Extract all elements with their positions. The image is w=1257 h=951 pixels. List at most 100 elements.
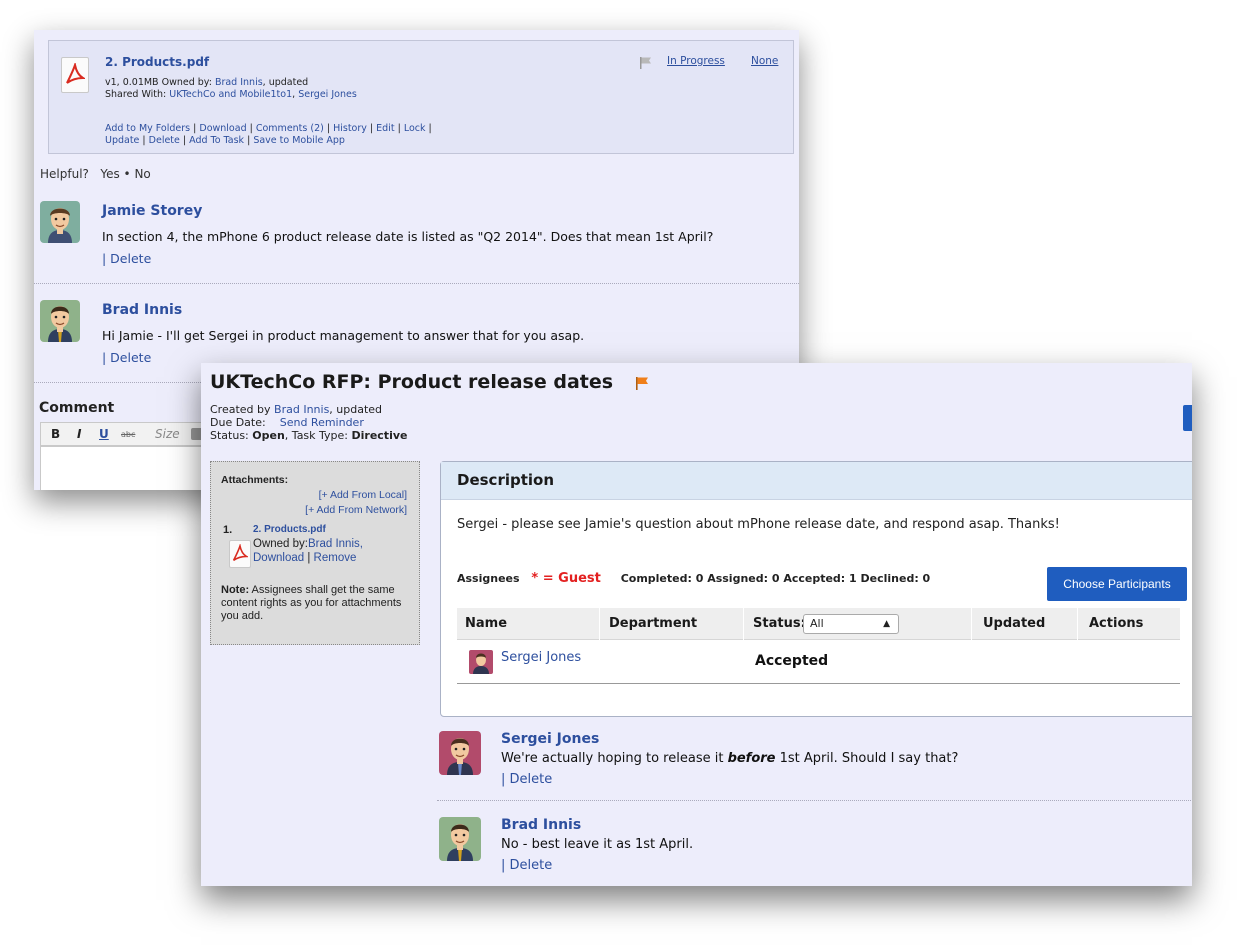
file-card: 2. Products.pdf v1, 0.01MB Owned by: Bra… <box>48 40 794 154</box>
file-owner-link[interactable]: Brad Innis <box>215 77 263 88</box>
select-arrows-icon: ▲ <box>883 619 890 629</box>
delete-comment-link[interactable]: | Delete <box>102 350 151 365</box>
delete-comment-link[interactable]: | Delete <box>102 251 151 266</box>
add-from-local-link[interactable]: [+ Add From Local] <box>319 489 407 501</box>
column-divider <box>971 608 972 640</box>
add-from-network-link[interactable]: [+ Add From Network] <box>305 504 407 516</box>
created-by-label: Created by <box>210 403 275 416</box>
table-header: Name Department Status: All ▲ Updated Ac… <box>457 608 1180 640</box>
choose-participants-button[interactable]: Choose Participants <box>1047 567 1187 601</box>
download-attachment-link[interactable]: Download <box>253 552 304 564</box>
avatar[interactable] <box>439 731 481 775</box>
comment-text-before: We're actually hoping to release it <box>501 751 728 766</box>
strikethrough-button[interactable]: abc <box>121 430 135 439</box>
history-link[interactable]: History <box>333 123 367 134</box>
commenter-name[interactable]: Jamie Storey <box>102 203 202 219</box>
assignee-name-link[interactable]: Sergei Jones <box>501 650 581 665</box>
column-header-status: Status: <box>753 616 806 631</box>
column-divider <box>743 608 744 640</box>
comment-label: Comment <box>39 400 115 416</box>
description-text: Sergei - please see Jamie's question abo… <box>457 517 1060 532</box>
table-row: Sergei Jones Accepted <box>457 640 1180 684</box>
assignees-summary: Assignees * = Guest Completed: 0 Assigne… <box>457 571 930 586</box>
column-divider <box>599 608 600 640</box>
avatar[interactable] <box>40 201 80 243</box>
delete-comment-link[interactable]: | Delete <box>501 772 552 787</box>
description-panel: Description Sergei - please see Jamie's … <box>440 461 1192 717</box>
download-link[interactable]: Download <box>199 123 246 134</box>
shared-user-link[interactable]: Sergei Jones <box>298 89 357 100</box>
italic-button[interactable]: I <box>77 427 81 441</box>
column-header-actions[interactable]: Actions <box>1089 616 1143 631</box>
comment-text: In section 4, the mPhone 6 product relea… <box>102 229 714 244</box>
lock-link[interactable]: Lock <box>404 123 426 134</box>
creator-link[interactable]: Brad Innis <box>274 403 329 416</box>
helpful-yes[interactable]: Yes <box>100 167 119 181</box>
helpful-separator: • <box>123 167 131 181</box>
add-to-task-link[interactable]: Add To Task <box>189 135 244 146</box>
file-meta-suffix: , updated <box>262 77 309 88</box>
task-meta: Created by Brad Innis, updated Due Date:… <box>210 403 407 442</box>
comment-text: No - best leave it as 1st April. <box>501 837 694 852</box>
commenter-name[interactable]: Brad Innis <box>501 817 581 833</box>
comment-text-after: 1st April. Should I say that? <box>775 751 959 766</box>
divider <box>34 283 799 284</box>
send-reminder-link[interactable]: Send Reminder <box>280 416 364 429</box>
comment-editor[interactable] <box>40 446 220 490</box>
assignee-status: Accepted <box>755 653 829 669</box>
attachment-name-link[interactable]: 2. Products.pdf <box>253 524 326 535</box>
file-meta-prefix: v1, 0.01MB Owned by: <box>105 77 215 88</box>
delete-file-link[interactable]: Delete <box>149 135 180 146</box>
pdf-file-icon[interactable] <box>229 540 251 568</box>
pdf-file-icon[interactable] <box>61 57 89 93</box>
comments-link[interactable]: Comments (2) <box>256 123 324 134</box>
update-link[interactable]: Update <box>105 135 139 146</box>
column-divider <box>1077 608 1078 640</box>
attachment-actions: Download | Remove <box>253 552 357 564</box>
assignees-label: Assignees <box>457 572 520 585</box>
file-status-link[interactable]: In Progress <box>667 55 725 67</box>
add-to-folders-link[interactable]: Add to My Folders <box>105 123 190 134</box>
commenter-name[interactable]: Brad Innis <box>102 302 182 318</box>
comment-text-emphasis: before <box>727 751 776 766</box>
created-by-suffix: , updated <box>329 403 383 416</box>
assignee-counts: Completed: 0 Assigned: 0 Accepted: 1 Dec… <box>620 572 931 585</box>
edit-link[interactable]: Edit <box>376 123 394 134</box>
commenter-name[interactable]: Sergei Jones <box>501 731 599 747</box>
column-header-updated[interactable]: Updated <box>983 616 1045 631</box>
file-priority-link[interactable]: None <box>751 55 778 67</box>
save-to-mobile-link[interactable]: Save to Mobile App <box>253 135 345 146</box>
avatar[interactable] <box>439 817 481 861</box>
attachments-panel: Attachments: [+ Add From Local] [+ Add F… <box>210 461 420 645</box>
description-header: Description <box>441 462 1192 500</box>
helpful-no[interactable]: No <box>134 167 150 181</box>
bold-button[interactable]: B <box>51 427 60 441</box>
divider <box>437 800 1192 801</box>
shared-with-label: Shared With: <box>105 89 170 100</box>
attachment-owner-link[interactable]: Brad Innis, <box>308 538 363 550</box>
note-label: Note: <box>221 584 250 596</box>
remove-attachment-link[interactable]: Remove <box>314 552 357 564</box>
task-window: UKTechCo RFP: Product release dates Crea… <box>201 363 1192 886</box>
avatar[interactable] <box>469 650 493 674</box>
comment-text: Hi Jamie - I'll get Sergei in product ma… <box>102 328 585 343</box>
status-filter-select[interactable]: All ▲ <box>803 614 899 634</box>
editor-toolbar: B I U abc Size <box>40 422 210 446</box>
edge-button[interactable] <box>1183 405 1192 431</box>
helpful-label: Helpful? <box>40 167 89 181</box>
attachments-label: Attachments: <box>221 474 289 486</box>
flag-icon[interactable] <box>639 55 653 74</box>
file-title[interactable]: 2. Products.pdf <box>105 55 209 69</box>
owned-by-label: Owned by: <box>253 538 308 550</box>
shared-group-link[interactable]: UKTechCo and Mobile1to1 <box>169 89 292 100</box>
note-text: Assignees shall get the same content rig… <box>221 584 402 622</box>
attachment-number: 1. <box>223 524 233 536</box>
flag-icon[interactable] <box>635 376 649 395</box>
column-header-name[interactable]: Name <box>465 616 507 631</box>
font-size-select[interactable]: Size <box>155 427 180 441</box>
avatar[interactable] <box>40 300 80 342</box>
description-title: Description <box>457 471 555 489</box>
underline-button[interactable]: U <box>99 427 109 441</box>
column-header-department[interactable]: Department <box>609 616 697 631</box>
delete-comment-link[interactable]: | Delete <box>501 858 552 873</box>
